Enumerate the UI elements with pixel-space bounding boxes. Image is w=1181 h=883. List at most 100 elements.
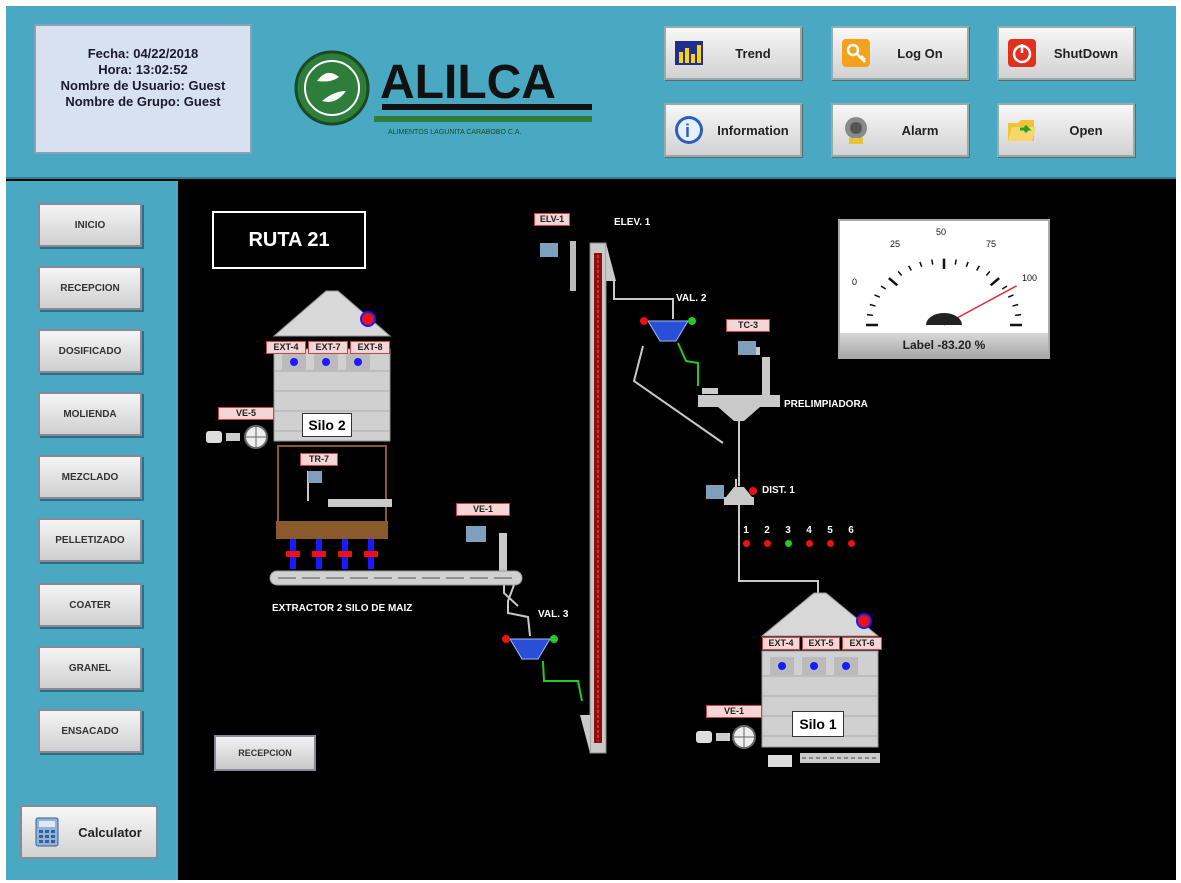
gauge-tick-mark (919, 261, 923, 268)
calculator-button[interactable]: Calculator (20, 805, 158, 859)
user-line: Nombre de Usuario: Guest (60, 78, 226, 93)
company-logo: ALILCA ALIMENTOS LAGUNITA CARABOBO C.A. (292, 46, 612, 141)
blower-ve5-icon (206, 425, 268, 449)
dist-output-4-light (805, 540, 813, 547)
gauge-tick-mark (869, 303, 876, 307)
gauge-tick-mark (1001, 285, 1008, 290)
val2-label: VAL. 2 (676, 293, 707, 304)
gauge-tick-mark (907, 265, 912, 271)
dist-output-6: 6 (845, 525, 857, 547)
logo-wordmark: ALILCA (380, 56, 556, 109)
shutdown-button[interactable]: ShutDown (997, 26, 1135, 80)
valve-val3-icon (502, 635, 558, 660)
info-icon: i (672, 113, 706, 147)
tag-ve1-silo1[interactable]: VE-1 (706, 705, 762, 718)
calculator-label: Calculator (78, 824, 142, 840)
gauge-tick-mark (1015, 313, 1022, 317)
valve-val2-icon (640, 317, 696, 342)
sidebar-item-mezclado[interactable]: MEZCLADO (38, 455, 142, 499)
gauge-tick-75: 75 (986, 239, 996, 249)
dist-output-4: 4 (803, 525, 815, 547)
tag-silo2-ext-b[interactable]: EXT-7 (308, 341, 348, 354)
sidebar-item-inicio[interactable]: INICIO (38, 203, 142, 247)
gauge-tick-mark (1012, 303, 1019, 307)
scada-window: Fecha: 04/22/2018 Hora: 13:02:52 Nombre … (6, 6, 1176, 880)
calculator-icon (30, 815, 64, 849)
dist-output-5-light (826, 540, 834, 547)
tag-ve1-mid[interactable]: VE-1 (456, 503, 510, 516)
logo-tagline: ALIMENTOS LAGUNITA CARABOBO C.A. (388, 129, 522, 136)
date-line: Fecha: 04/22/2018 (87, 46, 199, 61)
open-folder-icon (1005, 113, 1039, 147)
dist-output-2: 2 (761, 525, 773, 547)
gauge-tick-mark (976, 265, 981, 271)
tag-silo2-ext-c[interactable]: EXT-8 (350, 341, 390, 354)
shutdown-label: ShutDown (1053, 45, 1119, 61)
alarm-button[interactable]: Alarm (831, 103, 969, 157)
gauge-tick-mark (888, 277, 899, 287)
extractor-label: EXTRACTOR 2 SILO DE MAIZ (272, 603, 413, 614)
sidebar-item-granel[interactable]: GRANEL (38, 646, 142, 690)
dist-output-1-light (742, 540, 750, 547)
gauge-tick-mark (874, 294, 881, 298)
prelimpiadora-label: PRELIMPIADORA (784, 399, 868, 410)
sidebar-item-coater[interactable]: COATER (38, 583, 142, 627)
gauge-tick-mark (954, 259, 957, 265)
distributor-outputs: 1 2 3 4 5 6 (740, 525, 857, 547)
group-line: Nombre de Grupo: Guest (65, 94, 221, 109)
sidebar-item-pelletizado[interactable]: PELLETIZADO (38, 518, 142, 562)
gauge-value-label: Label -83.20 % (840, 333, 1048, 357)
open-label: Open (1069, 122, 1103, 138)
time-line: Hora: 13:02:52 (98, 62, 188, 77)
alarm-bell-icon (839, 113, 873, 147)
open-button[interactable]: Open (997, 103, 1135, 157)
prelimpiadora-machine (698, 347, 780, 421)
tag-silo1-ext-b[interactable]: EXT-5 (802, 637, 840, 650)
tag-tc3[interactable]: TC-3 (726, 319, 770, 332)
dist-output-2-light (763, 540, 771, 547)
information-button[interactable]: i Information (664, 103, 802, 157)
svg-text:i: i (685, 121, 690, 141)
gauge-tick-mark (1007, 294, 1014, 298)
tag-ve5[interactable]: VE-5 (218, 407, 274, 420)
tag-silo2-ext-a[interactable]: EXT-4 (266, 341, 306, 354)
gauge-tick-100: 100 (1022, 273, 1037, 283)
header-bar: Fecha: 04/22/2018 Hora: 13:02:52 Nombre … (6, 6, 1176, 179)
gauge-tick-mark (897, 270, 903, 276)
sidebar-item-recepcion[interactable]: RECEPCION (38, 266, 142, 310)
dist-output-6-light (847, 540, 855, 547)
sidebar-item-dosificado[interactable]: DOSIFICADO (38, 329, 142, 373)
alarm-label: Alarm (901, 122, 939, 138)
gauge-dial: 0 25 50 75 100 (852, 227, 1037, 327)
gauge-tick-mark (880, 285, 887, 290)
gauge-tick-mark (989, 277, 1000, 287)
trend-chart-icon (672, 36, 706, 70)
sidebar-item-ensacado[interactable]: ENSACADO (38, 709, 142, 753)
dist-output-1: 1 (740, 525, 752, 547)
logon-button[interactable]: Log On (831, 26, 969, 80)
tag-silo1-ext-a[interactable]: EXT-4 (762, 637, 800, 650)
silo2-name[interactable]: Silo 2 (302, 413, 352, 437)
trend-button[interactable]: Trend (664, 26, 802, 80)
tag-silo1-ext-c[interactable]: EXT-6 (842, 637, 882, 650)
trend-label: Trend (735, 45, 771, 61)
gauge-tick-0: 0 (852, 277, 857, 287)
gauge-tick-50: 50 (936, 227, 946, 237)
dist-output-5: 5 (824, 525, 836, 547)
elev1-label: ELEV. 1 (614, 217, 651, 228)
information-label: Information (717, 122, 789, 138)
dist1-label: DIST. 1 (762, 485, 795, 496)
elevator-elev1 (580, 242, 616, 754)
process-diagram: RUTA 21 0 25 50 75 100 Label -83.20 % EL… (178, 181, 1176, 880)
sidebar-item-molienda[interactable]: MOLIENDA (38, 392, 142, 436)
session-info-panel: Fecha: 04/22/2018 Hora: 13:02:52 Nombre … (34, 24, 252, 154)
recepcion-button[interactable]: RECEPCION (214, 735, 316, 771)
silo1-graphic (760, 592, 880, 763)
silo1-name[interactable]: Silo 1 (792, 711, 844, 737)
dist-output-3: 3 (782, 525, 794, 547)
power-icon (1005, 36, 1039, 70)
tag-elv1[interactable]: ELV-1 (534, 213, 570, 226)
tag-tr7[interactable]: TR-7 (300, 453, 338, 466)
gauge-tick-mark (866, 313, 873, 317)
gauge-tick-mark (985, 270, 991, 276)
